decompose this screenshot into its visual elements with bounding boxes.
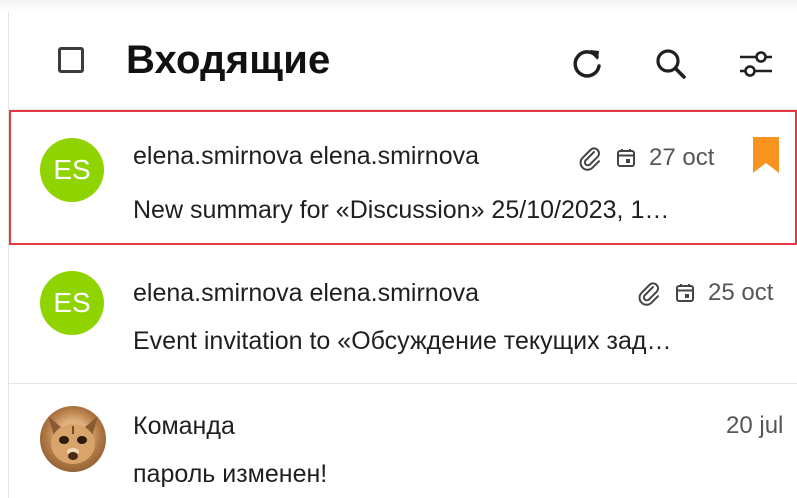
avatar [40, 406, 106, 472]
top-shadow [0, 0, 797, 14]
calendar-icon [674, 282, 696, 304]
message-subject: New summary for «Discussion» 25/10/2023,… [133, 196, 670, 224]
message-date: 27 oct [649, 144, 715, 171]
inbox-header: Входящие [9, 14, 797, 110]
avatar: ES [40, 138, 104, 202]
attachment-icon [577, 145, 603, 171]
sender-name: elena.smirnova elena.smirnova [133, 279, 480, 307]
filter-icon[interactable] [736, 44, 776, 84]
list-item[interactable]: ES elena.smirnova elena.smirnova New sum… [9, 110, 797, 245]
message-meta: 27 oct [577, 144, 714, 172]
select-all-checkbox[interactable] [58, 47, 84, 73]
avatar-initials: ES [53, 154, 91, 185]
page-title: Входящие [126, 38, 331, 82]
cat-photo-icon [48, 416, 98, 464]
refresh-icon[interactable] [567, 44, 607, 84]
calendar-icon [615, 147, 637, 169]
sender-name: Команда [133, 412, 235, 440]
message-meta: 20 jul [726, 412, 783, 440]
list-item[interactable]: ES elena.smirnova elena.smirnova Event i… [9, 247, 797, 382]
mail-app: Входящие ES elena.smirnova elena.smirnov… [0, 0, 797, 498]
search-icon[interactable] [651, 44, 691, 84]
bookmark-icon[interactable] [752, 137, 780, 178]
message-subject: Event invitation to «Обсуждение текущих … [133, 327, 672, 355]
avatar: ES [40, 271, 104, 335]
avatar-initials: ES [53, 287, 91, 318]
sender-name: elena.smirnova elena.smirnova [133, 142, 480, 170]
message-date: 25 oct [708, 279, 774, 306]
list-item[interactable]: Команда пароль изменен! 20 jul [9, 384, 797, 498]
message-subject: пароль изменен! [133, 460, 328, 488]
attachment-icon [636, 280, 662, 306]
message-date: 20 jul [726, 412, 784, 439]
message-meta: 25 oct [636, 279, 773, 307]
